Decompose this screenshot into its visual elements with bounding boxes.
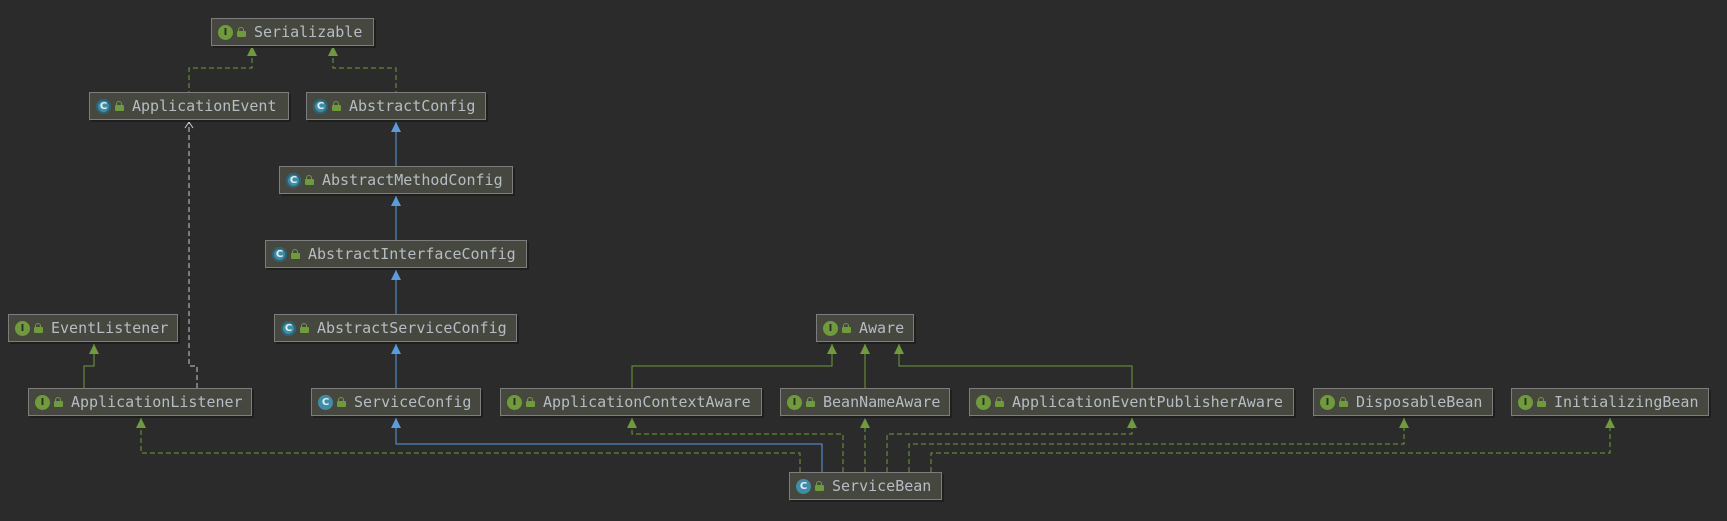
edge-servicebean-applicationcontextaware — [631, 418, 844, 472]
arrowhead — [328, 46, 338, 56]
node-label: Serializable — [254, 23, 363, 41]
node-initializingbean[interactable]: I InitializingBean — [1511, 388, 1709, 416]
arrowhead — [391, 122, 401, 132]
edge-applicationcontextaware-aware — [631, 344, 833, 388]
edge-applicationlistener-applicationevent — [188, 122, 198, 388]
node-label: ServiceBean — [832, 477, 932, 495]
arrowhead — [860, 344, 870, 354]
arrowhead — [391, 196, 401, 206]
public-lock-icon — [115, 100, 124, 111]
edge-servicebean-initializingbean — [930, 418, 1611, 472]
public-lock-icon — [237, 26, 246, 37]
abstract-class-icon: C — [272, 246, 287, 262]
public-lock-icon — [305, 174, 314, 185]
node-label: Aware — [859, 319, 905, 337]
arrowhead — [1127, 418, 1137, 428]
arrowhead — [391, 344, 401, 354]
interface-icon: I — [35, 394, 50, 410]
arrowhead — [827, 344, 837, 354]
class-icon: C — [796, 478, 811, 494]
public-lock-icon — [54, 396, 63, 407]
abstract-class-icon: C — [313, 98, 328, 114]
node-disposablebean[interactable]: I DisposableBean — [1313, 388, 1493, 416]
public-lock-icon — [842, 322, 851, 333]
public-lock-icon — [806, 396, 815, 407]
edge-servicebean-serviceconfig — [395, 418, 823, 472]
node-label: InitializingBean — [1554, 393, 1699, 411]
edge-applicationevent-serializable — [188, 46, 253, 96]
node-label: AbstractMethodConfig — [322, 171, 503, 189]
node-applicationevent[interactable]: C ApplicationEvent — [89, 92, 289, 120]
arrowhead — [894, 344, 904, 354]
node-beannameaware[interactable]: I BeanNameAware — [780, 388, 950, 416]
arrowhead — [391, 270, 401, 280]
interface-icon: I — [15, 320, 30, 336]
node-label: BeanNameAware — [823, 393, 941, 411]
public-lock-icon — [300, 322, 309, 333]
interface-icon: I — [823, 320, 838, 336]
node-eventlistener[interactable]: I EventListener — [8, 314, 178, 342]
node-servicebean[interactable]: C ServiceBean — [789, 472, 942, 500]
node-abstractconfig[interactable]: C AbstractConfig — [306, 92, 486, 120]
node-label: ApplicationEvent — [132, 97, 277, 115]
node-label: AbstractConfig — [349, 97, 476, 115]
public-lock-icon — [995, 396, 1004, 407]
public-lock-icon — [291, 248, 300, 259]
arrowhead — [1605, 418, 1615, 428]
edge-servicebean-appeventpublisheraware — [886, 418, 1133, 472]
uml-diagram-edges — [83, 46, 1615, 472]
public-lock-icon — [34, 322, 43, 333]
arrowhead — [1399, 418, 1409, 428]
abstract-class-icon: C — [286, 172, 301, 188]
arrowhead — [136, 418, 146, 428]
node-label: DisposableBean — [1356, 393, 1483, 411]
node-serviceconfig[interactable]: C ServiceConfig — [311, 388, 481, 416]
node-label: ApplicationContextAware — [543, 393, 751, 411]
public-lock-icon — [332, 100, 341, 111]
arrowhead — [89, 344, 99, 354]
arrowhead — [391, 418, 401, 428]
edge-servicebean-applicationlistener — [140, 418, 801, 472]
node-label: EventListener — [51, 319, 169, 337]
class-icon: C — [318, 394, 333, 410]
node-abstractinterfaceconfig[interactable]: C AbstractInterfaceConfig — [265, 240, 527, 268]
public-lock-icon — [1339, 396, 1348, 407]
public-lock-icon — [1537, 396, 1546, 407]
node-applicationlistener[interactable]: I ApplicationListener — [28, 388, 252, 416]
interface-icon: I — [1320, 394, 1335, 410]
arrowhead — [860, 418, 870, 428]
arrowhead — [627, 418, 637, 428]
public-lock-icon — [337, 396, 346, 407]
node-label: ServiceConfig — [354, 393, 472, 411]
abstract-class-icon: C — [281, 320, 296, 336]
public-lock-icon — [526, 396, 535, 407]
node-abstractmethodconfig[interactable]: C AbstractMethodConfig — [279, 166, 513, 194]
node-applicationeventpublisheraware[interactable]: I ApplicationEventPublisherAware — [969, 388, 1294, 416]
node-label: ApplicationEventPublisherAware — [1012, 393, 1283, 411]
edge-abstractconfig-serializable — [332, 46, 397, 96]
node-aware[interactable]: I Aware — [816, 314, 914, 342]
interface-icon: I — [976, 394, 991, 410]
public-lock-icon — [815, 480, 824, 491]
edge-appeventpublisheraware-aware — [898, 344, 1133, 388]
arrowhead — [247, 46, 257, 56]
abstract-class-icon: C — [96, 98, 111, 114]
node-label: ApplicationListener — [71, 393, 243, 411]
node-abstractserviceconfig[interactable]: C AbstractServiceConfig — [274, 314, 517, 342]
node-label: AbstractServiceConfig — [317, 319, 507, 337]
interface-icon: I — [218, 24, 233, 40]
interface-icon: I — [787, 394, 802, 410]
node-label: AbstractInterfaceConfig — [308, 245, 516, 263]
edge-servicebean-disposablebean — [908, 418, 1405, 472]
interface-icon: I — [1518, 394, 1533, 410]
node-serializable[interactable]: I Serializable — [211, 18, 374, 46]
node-applicationcontextaware[interactable]: I ApplicationContextAware — [500, 388, 762, 416]
interface-icon: I — [507, 394, 522, 410]
